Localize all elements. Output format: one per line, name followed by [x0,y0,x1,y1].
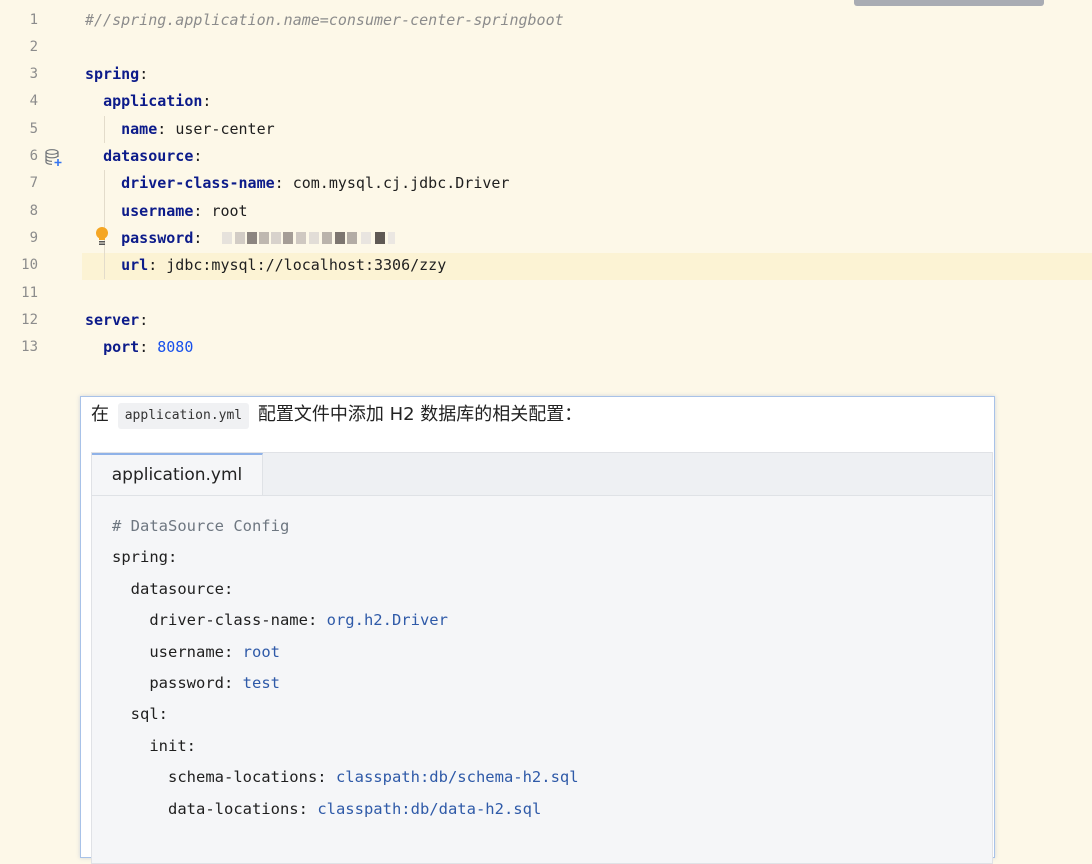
intro-text-before: 在 [91,404,109,425]
lightbulb-icon[interactable] [93,226,111,248]
snippet-code-line: spring: [112,546,177,568]
snippet-code-line: password: test [112,672,280,694]
yaml-value: root [211,201,248,220]
snippet-value: test [242,674,280,692]
code-line[interactable]: #//spring.application.name=consumer-cent… [85,7,564,34]
snippet-value: root [242,642,280,661]
code-line[interactable]: name: user-center [85,116,275,143]
yaml-key: username [121,201,194,220]
code-line[interactable]: server: [85,307,148,334]
colon: : [148,256,167,275]
snippet-code-line: schema-locations: classpath:db/schema-h2… [112,766,579,788]
yaml-number: 8080 [157,338,194,357]
horizontal-scrollbar[interactable] [854,0,1044,6]
snippet-code-line: init: [112,735,196,757]
colon: : [274,174,293,193]
snippet-value: classpath:db/schema-h2.sql [335,768,579,787]
colon: : [193,201,212,220]
comment-text: #//spring.application.name=consumer-cent… [85,10,564,29]
snippet-key: password: [112,674,243,692]
snippet-code-line: sql: [112,703,168,725]
popup-intro-text: 在 application.yml 配置文件中添加 H2 数据库的相关配置： [91,403,582,429]
database-icon[interactable] [44,148,64,168]
yaml-key: server [85,310,140,329]
yaml-key: driver-class-name [121,174,275,193]
indent-guide [104,170,105,280]
yaml-value: user-center [175,119,275,138]
line-number-gutter: 1 2 3 4 5 6 7 8 9 10 11 12 13 [0,0,82,841]
snippet-value: org.h2.Driver [326,611,448,630]
inline-code-filename: application.yml [117,403,250,429]
intro-text-after: 配置文件中添加 H2 数据库的相关配置： [257,404,583,425]
documentation-popup: 在 application.yml 配置文件中添加 H2 数据库的相关配置： a… [80,396,995,864]
colon: : [139,65,149,84]
yaml-value: com.mysql.cj.jdbc.Driver [292,174,510,193]
line-number: 4 [29,93,38,110]
line-number: 11 [21,284,38,301]
code-line[interactable]: url: jdbc:mysql://localhost:3306/zzy [85,252,446,279]
code-line[interactable]: application: [85,88,211,115]
indent-guide [104,115,105,143]
snippet-key: data-locations: [112,799,318,818]
line-number: 6 [29,148,38,164]
code-line[interactable]: username: root [85,198,248,225]
line-number: 10 [21,257,38,274]
line-number: 1 [29,11,38,28]
line-number: 3 [29,66,38,83]
line-number: 5 [29,120,38,137]
colon: : [139,338,158,357]
colon: : [202,92,212,111]
yaml-key: name [121,119,158,138]
yaml-value: jdbc:mysql://localhost:3306/zzy [166,256,447,275]
colon: : [193,147,203,165]
snippet-code-line: username: root [112,641,280,663]
line-number: 8 [29,202,38,219]
snippet-code-line: datasource: [112,578,234,600]
yaml-key: url [121,256,149,275]
code-line[interactable]: spring: [85,61,148,88]
snippet-key: schema-locations: [112,768,336,787]
line-number: 13 [21,339,38,356]
line-number: 2 [29,38,38,55]
code-tab-bar: application.yml [92,453,992,496]
yaml-key: spring [85,65,140,84]
snippet-code-line: # DataSource Config [112,515,289,537]
code-block: application.yml # DataSource Config sprin… [91,452,993,864]
snippet-key: sql: [112,705,168,724]
snippet-key: username: [112,642,243,661]
yaml-key: datasource [103,147,194,165]
yaml-key: application [103,92,203,111]
tab-application-yml[interactable]: application.yml [92,453,263,495]
colon: : [139,310,149,329]
colon: : [157,119,176,138]
colon: : [193,228,212,247]
snippet-key: spring: [112,548,178,567]
yaml-key: port [103,338,140,357]
code-line[interactable]: port: 8080 [85,334,193,361]
line-number: 12 [21,311,38,328]
snippet-key: init: [112,736,196,755]
snippet-comment: # DataSource Config [112,517,290,535]
snippet-code-line: driver-class-name: org.h2.Driver [112,609,448,631]
line-number: 7 [29,175,38,192]
code-line[interactable]: datasource: [85,143,202,170]
yaml-key: password [121,228,194,247]
code-line[interactable]: driver-class-name: com.mysql.cj.jdbc.Dri… [85,170,509,197]
line-number: 9 [29,229,38,246]
snippet-key: driver-class-name: [112,611,327,630]
snippet-code-line: data-locations: classpath:db/data-h2.sql [112,798,541,820]
snippet-key: datasource: [112,579,234,598]
snippet-value: classpath:db/data-h2.sql [317,799,542,818]
